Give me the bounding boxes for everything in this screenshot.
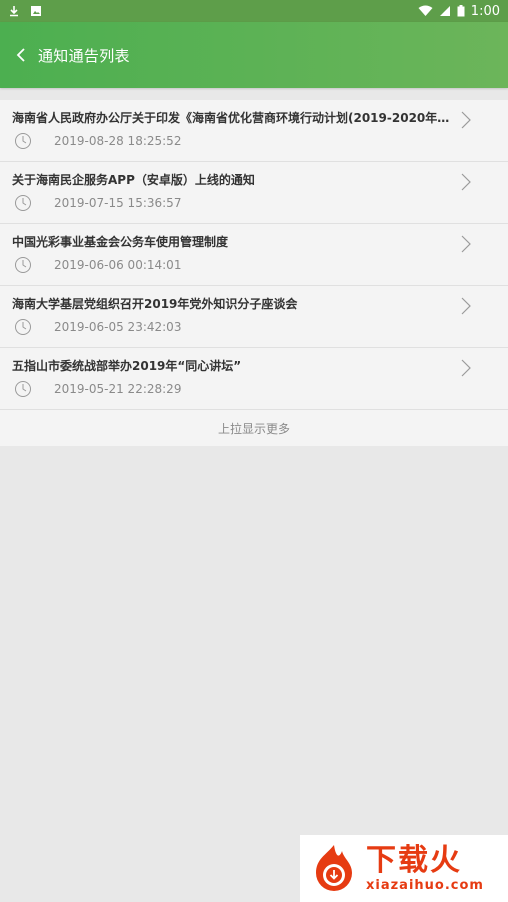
list-item[interactable]: 海南大学基层党组织召开2019年党外知识分子座谈会 2019-06-05 23:… — [0, 286, 508, 348]
clock-icon — [15, 319, 31, 335]
list-item[interactable]: 海南省人民政府办公厅关于印发《海南省优化营商环境行动计划(2019-2020年)… — [0, 100, 508, 162]
item-meta: 2019-06-05 23:42:03 — [14, 318, 181, 336]
item-time: 2019-06-05 23:42:03 — [54, 320, 182, 334]
chevron-right-icon — [461, 359, 471, 377]
app-bar: 通知通告列表 — [0, 22, 508, 88]
chevron-right-icon — [461, 173, 471, 191]
clock-icon — [15, 195, 31, 211]
load-more-hint[interactable]: 上拉显示更多 — [0, 410, 508, 446]
wifi-icon — [418, 5, 433, 16]
battery-icon — [457, 5, 465, 17]
list-item[interactable]: 中国光彩事业基金会公务车使用管理制度 2019-06-06 00:14:01 — [0, 224, 508, 286]
watermark: 下载火 xiazaihuo.com — [300, 835, 508, 902]
back-button[interactable] — [10, 40, 32, 70]
chevron-right-icon — [461, 111, 471, 129]
watermark-en: xiazaihuo.com — [366, 878, 484, 893]
item-meta: 2019-08-28 18:25:52 — [14, 132, 181, 150]
item-meta: 2019-07-15 15:36:57 — [14, 194, 181, 212]
list-item[interactable]: 关于海南民企服务APP（安卓版）上线的通知 2019-07-15 15:36:5… — [0, 162, 508, 224]
item-meta: 2019-05-21 22:28:29 — [14, 380, 181, 398]
notice-list: 海南省人民政府办公厅关于印发《海南省优化营商环境行动计划(2019-2020年)… — [0, 100, 508, 446]
chevron-right-icon — [461, 297, 471, 315]
chevron-left-icon — [16, 48, 25, 62]
item-title: 关于海南民企服务APP（安卓版）上线的通知 — [12, 173, 255, 187]
item-time: 2019-07-15 15:36:57 — [54, 196, 182, 210]
status-bar: 1:00 — [0, 0, 508, 22]
clock-icon — [15, 133, 31, 149]
item-title: 海南大学基层党组织召开2019年党外知识分子座谈会 — [12, 297, 298, 311]
download-icon — [10, 6, 18, 17]
status-time: 1:00 — [470, 3, 500, 19]
signal-icon — [439, 6, 450, 16]
clock-icon — [15, 381, 31, 397]
flame-logo-icon — [316, 844, 352, 891]
item-meta: 2019-06-06 00:14:01 — [14, 256, 181, 274]
image-icon — [31, 6, 41, 16]
item-title: 五指山市委统战部举办2019年“同心讲坛” — [12, 359, 242, 373]
item-title: 中国光彩事业基金会公务车使用管理制度 — [12, 235, 229, 249]
page-title: 通知通告列表 — [38, 46, 130, 65]
chevron-right-icon — [461, 235, 471, 253]
clock-icon — [15, 257, 31, 273]
item-time: 2019-06-06 00:14:01 — [54, 258, 182, 272]
item-title: 海南省人民政府办公厅关于印发《海南省优化营商环境行动计划(2019-2020年)… — [12, 111, 452, 125]
item-time: 2019-08-28 18:25:52 — [54, 134, 182, 148]
watermark-cn: 下载火 — [366, 843, 462, 878]
item-time: 2019-05-21 22:28:29 — [54, 382, 182, 396]
list-item[interactable]: 五指山市委统战部举办2019年“同心讲坛” 2019-05-21 22:28:2… — [0, 348, 508, 410]
